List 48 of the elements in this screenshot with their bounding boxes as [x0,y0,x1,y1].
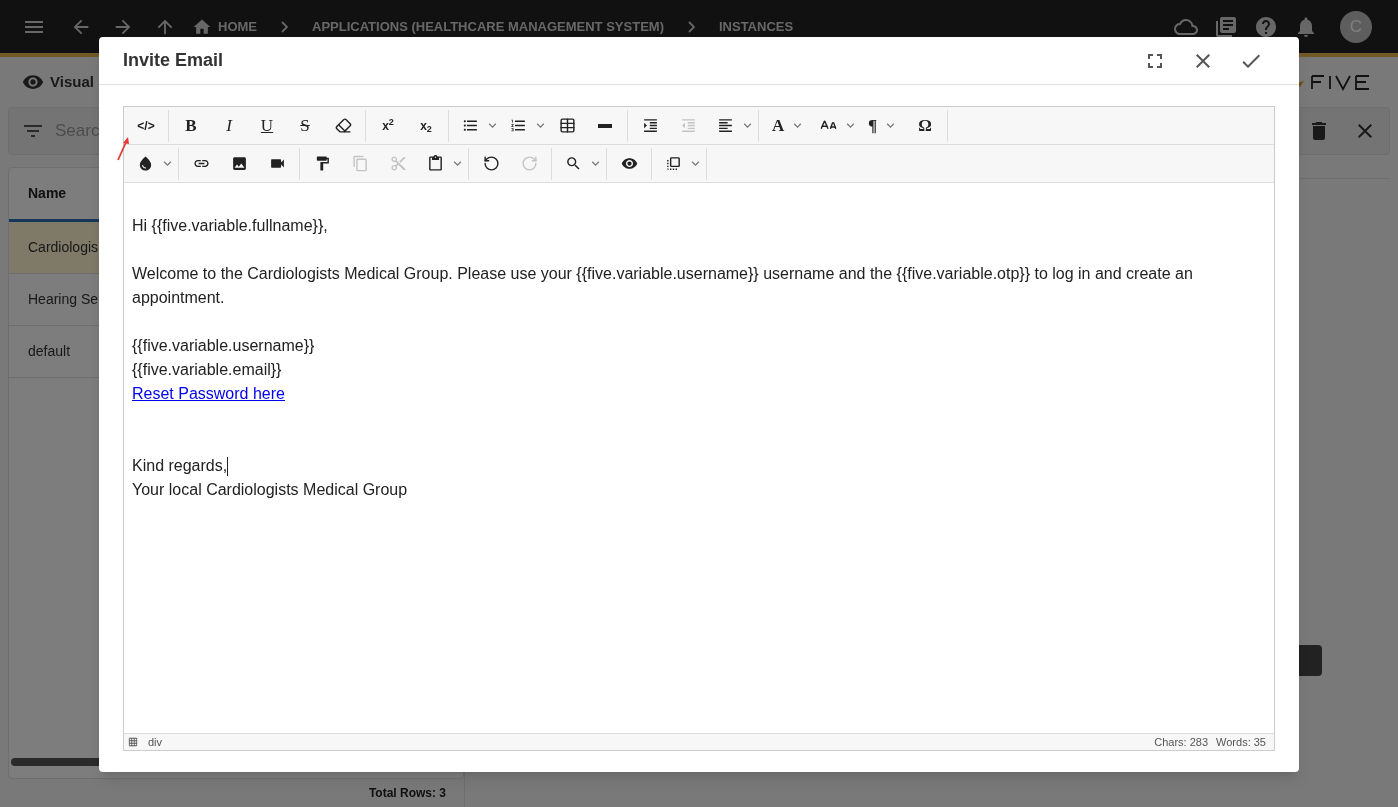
clipboard-icon [427,155,444,172]
email-text: Welcome to the Cardiologists Medical Group. Please use your {{five.variable.username}} username and the {{five.variable.otp}} to log in and create an appointment. [132,264,1194,308]
email-text: Kind regards, [132,456,228,476]
scissors-icon [389,155,407,172]
select-all-icon [665,155,682,172]
copy-icon [351,155,369,172]
view-label[interactable]: Visual [50,70,94,94]
eraser-icon [334,117,352,134]
books-icon[interactable] [1214,14,1238,39]
format-button[interactable]: I [210,108,248,143]
numbered-list-icon [510,117,527,134]
char-count: Chars: 283 [1154,734,1209,750]
format-button[interactable]: U [248,108,286,143]
chevron-right-icon [281,20,288,33]
format-button[interactable]: S [286,108,324,143]
redo-icon [520,155,538,172]
reset-password-link[interactable]: Reset Password here [132,382,285,406]
email-text: Your local Cardiologists Medical Group [132,480,408,500]
total-rows: Total Rows: 3 [368,784,446,802]
email-text: {{five.variable.email}} [132,360,282,380]
element-path[interactable]: div [148,733,163,751]
word-count: Words: 35 [1216,734,1266,750]
table-icon [558,117,576,134]
format-button[interactable]: x$_{2}$ [407,108,445,143]
eye-icon [620,155,638,172]
align-left-icon [717,117,734,134]
format-button[interactable]: </> [127,108,165,143]
pointer-arrow [116,136,130,162]
chevron-right-icon [687,20,695,33]
format-button[interactable]: B [172,108,210,143]
column-header[interactable]: Name [28,183,67,204]
email-text: Hi {{five.variable.fullname}}, [132,216,328,236]
format-button[interactable]: A [762,108,810,143]
bullet-list-icon [462,117,479,134]
droplet-icon [137,155,154,172]
format-button[interactable]: ¶ [858,108,906,143]
help-icon[interactable] [1254,14,1278,39]
format-button[interactable]: x$^{2}$ [369,108,407,143]
format-button[interactable]: Ω [906,108,944,143]
outdent-icon [679,117,697,134]
dialog-title: Invite Email [123,49,224,72]
grid-icon [128,737,138,747]
undo-icon [482,155,500,172]
indent-icon [641,117,659,134]
email-text: {{five.variable.username}} [132,336,315,356]
text-cursor [227,456,229,476]
image-icon [230,155,248,172]
search-icon [565,155,582,172]
